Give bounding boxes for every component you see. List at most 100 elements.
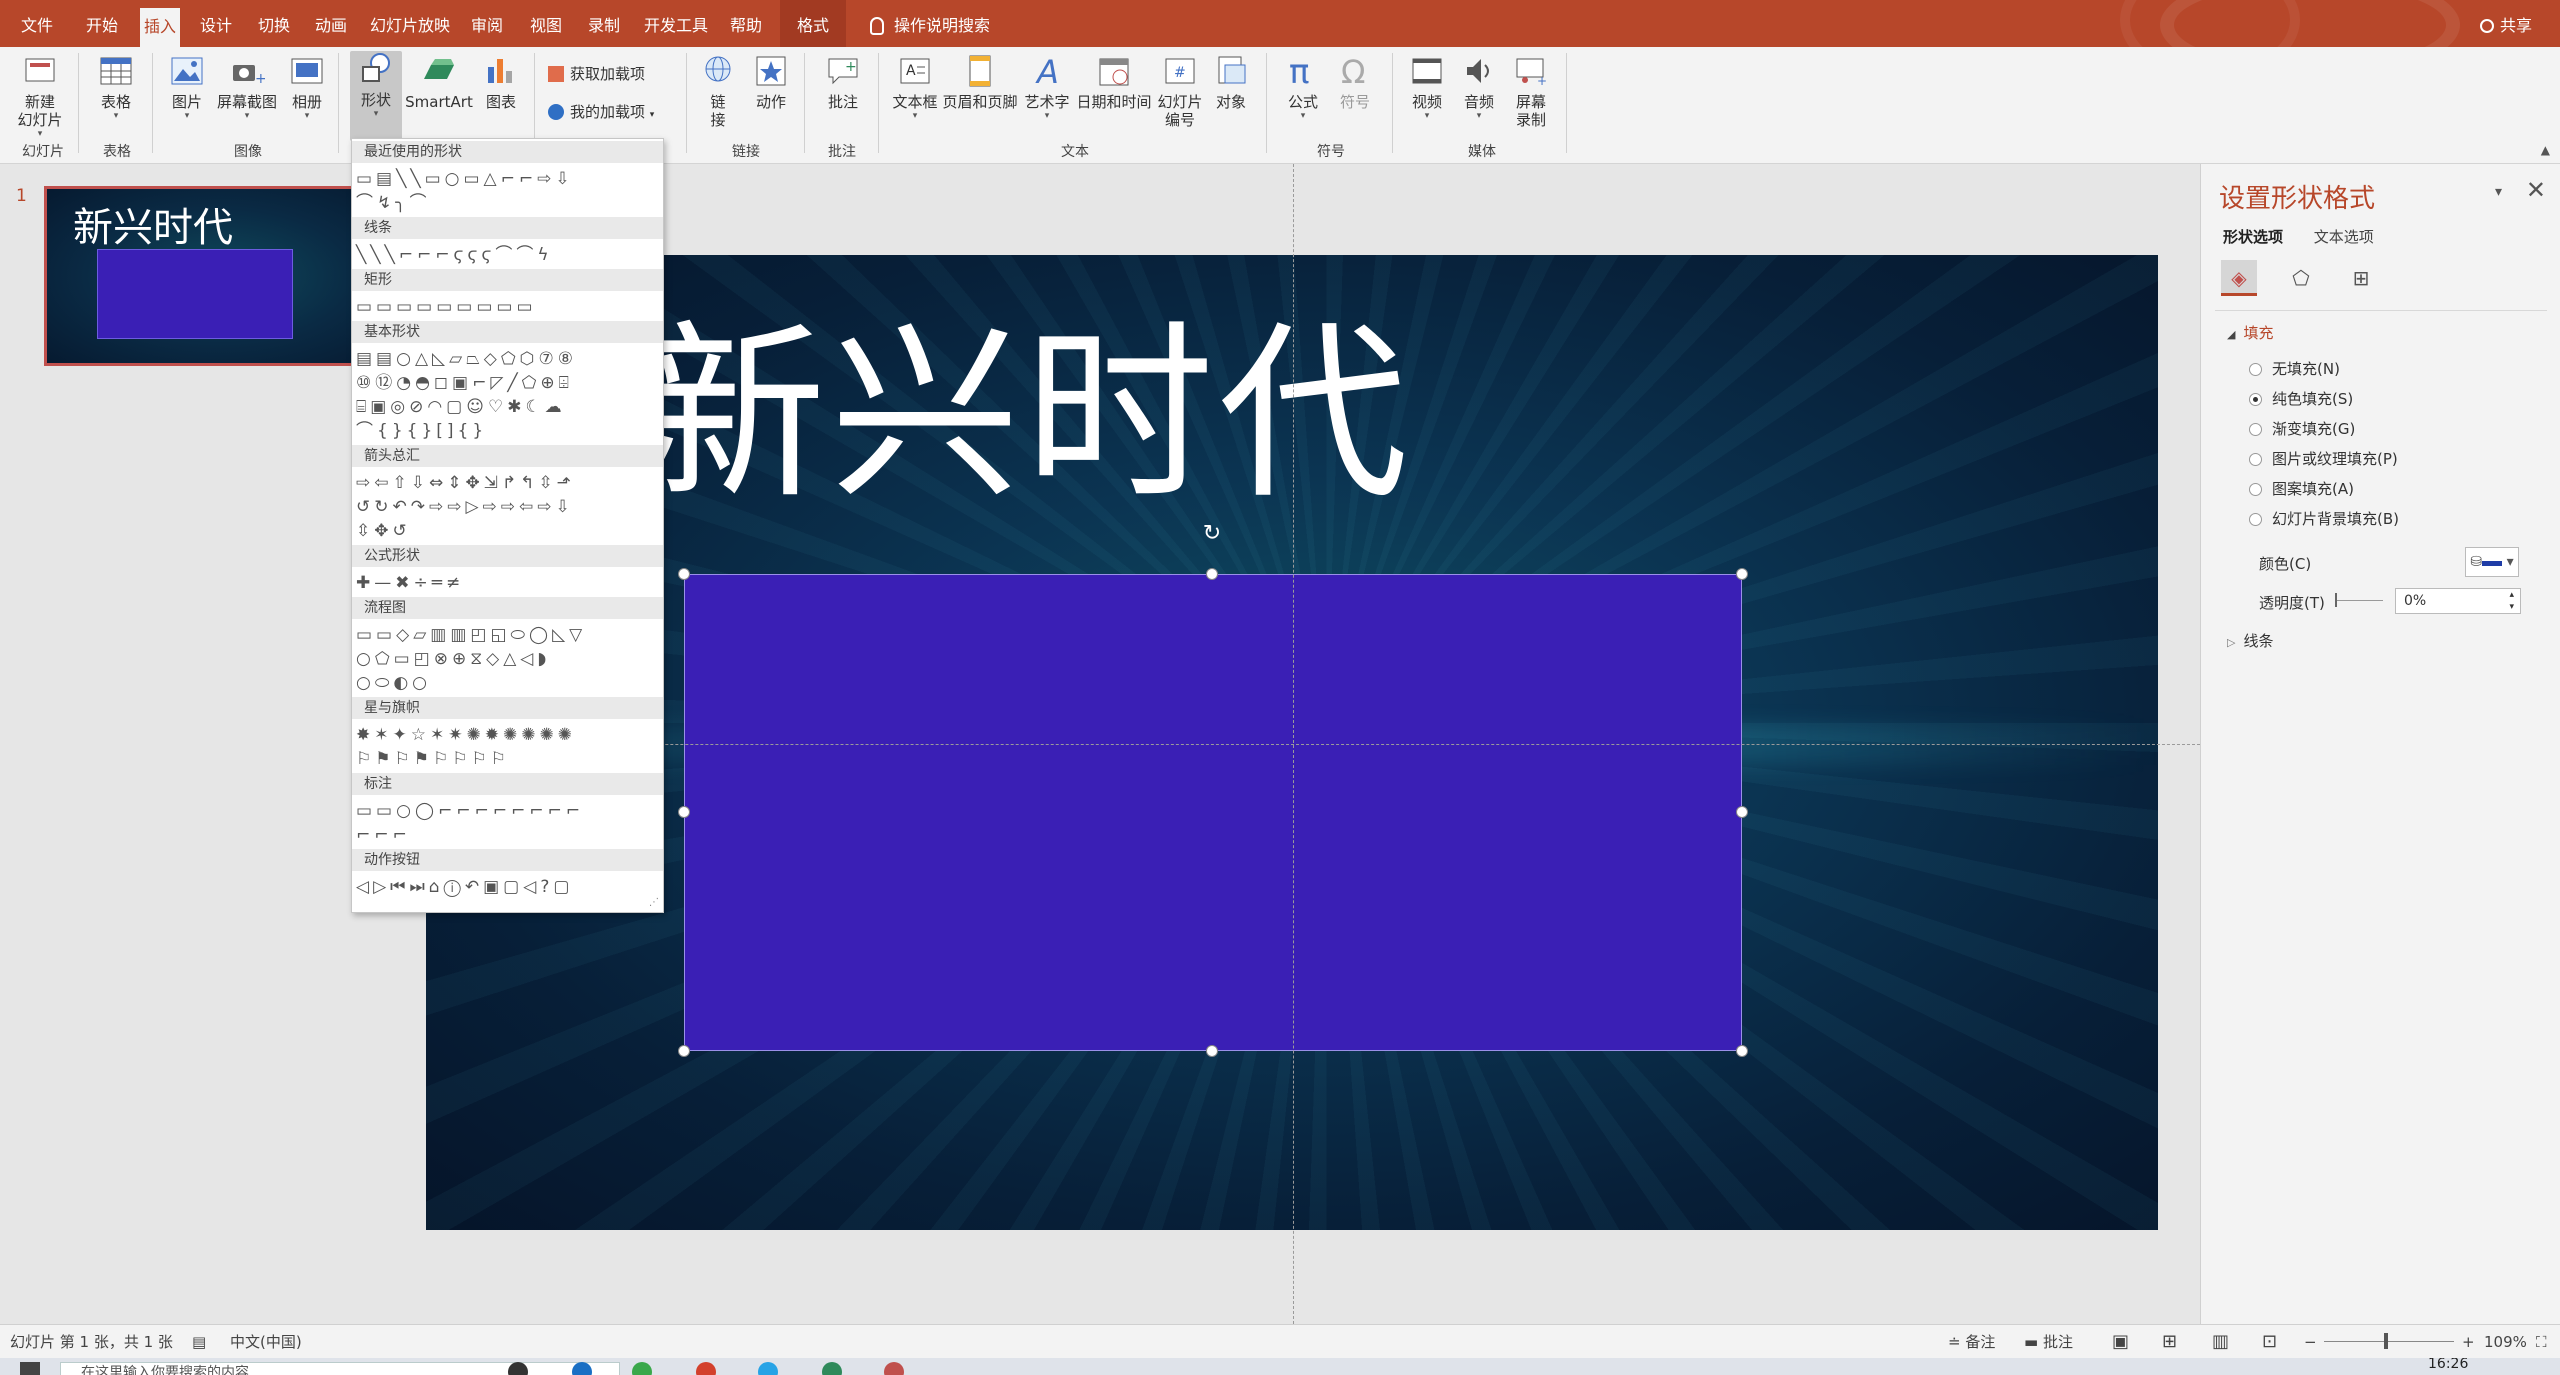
shape-row[interactable]: ▭▭▭▭▭▭▭▭▭ <box>356 295 537 319</box>
close-icon[interactable]: ✕ <box>2526 176 2546 204</box>
action-button[interactable]: 动作 <box>748 53 794 111</box>
tab-0[interactable]: 文件 <box>18 0 56 47</box>
smartart-button[interactable]: SmartArt <box>404 53 474 111</box>
language-indicator[interactable]: 中文(中国) <box>230 1325 302 1359</box>
collapse-ribbon-icon[interactable]: ▲ <box>2541 143 2550 157</box>
rotate-handle-icon[interactable]: ↻ <box>1200 522 1224 546</box>
shape-row[interactable]: ⑩⑫◔◓◻▣⌐◸╱⬠⊕⌹ <box>356 371 573 395</box>
screen-record-button[interactable]: + 屏幕 录制 <box>1506 53 1556 129</box>
table-button[interactable]: 表格 ▾ <box>90 53 142 121</box>
fill-option-radio[interactable]: 纯色填充(S) <box>2249 388 2353 409</box>
radio-button[interactable] <box>2249 513 2262 526</box>
fill-color-picker[interactable]: ⛁ ▾ <box>2465 547 2519 577</box>
normal-view-icon[interactable]: ▣ <box>2112 1325 2129 1359</box>
shapes-button[interactable]: 形状 ▾ <box>350 51 402 141</box>
resize-handle-left[interactable] <box>678 806 690 818</box>
tell-me-search[interactable]: 操作说明搜索 <box>870 0 990 47</box>
app-icon[interactable] <box>822 1362 842 1375</box>
tab-8[interactable]: 视图 <box>526 0 566 47</box>
shape-row[interactable]: ⌸▣◎⊘◠▢☺♡✱☾☁ <box>356 395 566 419</box>
resize-handle-bottom-left[interactable] <box>678 1045 690 1057</box>
share-button[interactable]: 共享 <box>2479 0 2532 47</box>
shape-row[interactable]: ○⬭◐○ <box>356 671 431 695</box>
tab-9[interactable]: 录制 <box>584 0 624 47</box>
shape-row[interactable]: ⌐⌐⌐ <box>356 823 411 847</box>
fill-option-radio[interactable]: 无填充(N) <box>2249 358 2340 379</box>
fill-option-radio[interactable]: 幻灯片背景填充(B) <box>2249 508 2399 529</box>
resize-handle-bottom[interactable] <box>1206 1045 1218 1057</box>
tab-7[interactable]: 审阅 <box>467 0 507 47</box>
radio-button[interactable] <box>2249 363 2262 376</box>
reading-view-icon[interactable]: ▥ <box>2212 1325 2229 1359</box>
fill-option-radio[interactable]: 图片或纹理填充(P) <box>2249 448 2398 469</box>
zoom-out-button[interactable]: − <box>2304 1325 2317 1359</box>
size-properties-icon[interactable]: ⊞ <box>2343 260 2379 296</box>
symbol-button[interactable]: Ω 符号 <box>1330 53 1380 111</box>
radio-button[interactable] <box>2249 483 2262 496</box>
tab-1[interactable]: 开始 <box>82 0 122 47</box>
wechat-icon[interactable] <box>632 1362 652 1375</box>
radio-button[interactable] <box>2249 393 2262 406</box>
tab-3[interactable]: 设计 <box>196 0 236 47</box>
resize-grip-icon[interactable]: ⋰ <box>649 897 659 908</box>
resize-handle-top-left[interactable] <box>678 568 690 580</box>
tab-11[interactable]: 帮助 <box>726 0 766 47</box>
shape-row[interactable]: ○⬠▭◰⊗⊕⧖◇△◁◗ <box>356 647 550 671</box>
radio-button[interactable] <box>2249 423 2262 436</box>
zoom-slider-thumb[interactable] <box>2384 1333 2388 1349</box>
zoom-in-button[interactable]: + <box>2462 1325 2475 1359</box>
radio-button[interactable] <box>2249 453 2262 466</box>
tab-text-options[interactable]: 文本选项 <box>2314 228 2374 246</box>
shape-row[interactable]: ▭▤╲╲▭○▭△⌐⌐⇨⇩ <box>356 167 574 191</box>
shape-row[interactable]: ✸✶✦☆✶✷✺✹✺✺✺✺ <box>356 723 576 747</box>
selected-rectangle-shape[interactable] <box>684 574 1742 1051</box>
resize-handle-bottom-right[interactable] <box>1736 1045 1748 1057</box>
spellcheck-icon[interactable]: ▤ <box>192 1325 206 1359</box>
app-icon[interactable] <box>758 1362 778 1375</box>
shape-row[interactable]: ⚐⚑⚐⚑⚐⚐⚐⚐ <box>356 747 510 771</box>
tab-4[interactable]: 切换 <box>254 0 294 47</box>
transparency-slider[interactable] <box>2335 593 2383 607</box>
shape-row[interactable]: ⇨⇦⇧⇩⇔⇕✥⇲↱↰⇳⬏ <box>356 471 575 495</box>
video-button[interactable]: 视频 ▾ <box>1404 53 1450 121</box>
resize-handle-right[interactable] <box>1736 806 1748 818</box>
tab-5[interactable]: 动画 <box>311 0 351 47</box>
picture-button[interactable]: 图片 ▾ <box>164 53 210 121</box>
fit-to-window-icon[interactable]: ⛶ <box>2536 1325 2547 1359</box>
slide-title[interactable]: 新兴时代 <box>636 300 1412 530</box>
datetime-button[interactable]: 日期和时间 <box>1074 53 1154 111</box>
comment-button[interactable]: + 批注 <box>818 53 868 111</box>
app-icon[interactable] <box>696 1362 716 1375</box>
taskbar-search-box[interactable]: 在这里输入你要搜索的内容 <box>60 1362 620 1375</box>
effects-pentagon-icon[interactable]: ⬠ <box>2283 260 2319 296</box>
textbox-button[interactable]: A 文本框 ▾ <box>890 53 940 121</box>
tab-12[interactable]: 格式 <box>780 0 846 47</box>
object-button[interactable]: 对象 <box>1208 53 1254 111</box>
shape-row[interactable]: ▤▤○△◺▱⏢◇⬠⬡⑦⑧ <box>356 347 577 371</box>
comments-button[interactable]: ▬ 批注 <box>2024 1325 2073 1359</box>
windows-start-icon[interactable] <box>20 1362 40 1375</box>
resize-handle-top-right[interactable] <box>1736 568 1748 580</box>
new-slide-button[interactable]: 新建 幻灯片 ▾ <box>10 53 70 139</box>
fill-section-header[interactable]: ◢ 填充 <box>2227 322 2273 343</box>
tab-shape-options[interactable]: 形状选项 <box>2223 228 2283 246</box>
slide-number-button[interactable]: # 幻灯片 编号 <box>1154 53 1206 129</box>
equation-button[interactable]: π 公式 ▾ <box>1278 53 1328 121</box>
transparency-input[interactable]: 0% ▴ ▾ <box>2395 588 2521 614</box>
slide-thumbnail[interactable]: 新兴时代 <box>44 186 364 366</box>
tab-6[interactable]: 幻灯片放映 <box>369 0 451 47</box>
zoom-level[interactable]: 109% <box>2484 1325 2527 1359</box>
fill-option-radio[interactable]: 渐变填充(G) <box>2249 418 2355 439</box>
line-section-header[interactable]: ▷ 线条 <box>2227 630 2273 651</box>
shape-row[interactable]: ✚—✖÷═≠ <box>356 571 464 595</box>
shape-row[interactable]: ▭▭○◯⌐⌐⌐⌐⌐⌐⌐⌐ <box>356 799 584 823</box>
chart-button[interactable]: 图表 <box>478 53 524 111</box>
pane-options-chevron-icon[interactable]: ▾ <box>2495 184 2502 200</box>
fill-option-radio[interactable]: 图案填充(A) <box>2249 478 2354 499</box>
powerpoint-icon[interactable] <box>884 1362 904 1375</box>
spinner-icon[interactable]: ▴ ▾ <box>2509 589 2514 613</box>
my-addins-button[interactable]: 我的加载项 ▾ <box>548 101 654 123</box>
edge-icon[interactable] <box>572 1362 592 1375</box>
tab-2[interactable]: 插入 <box>140 8 180 47</box>
shape-row[interactable]: ⌒↯╮⌒ <box>356 191 430 215</box>
